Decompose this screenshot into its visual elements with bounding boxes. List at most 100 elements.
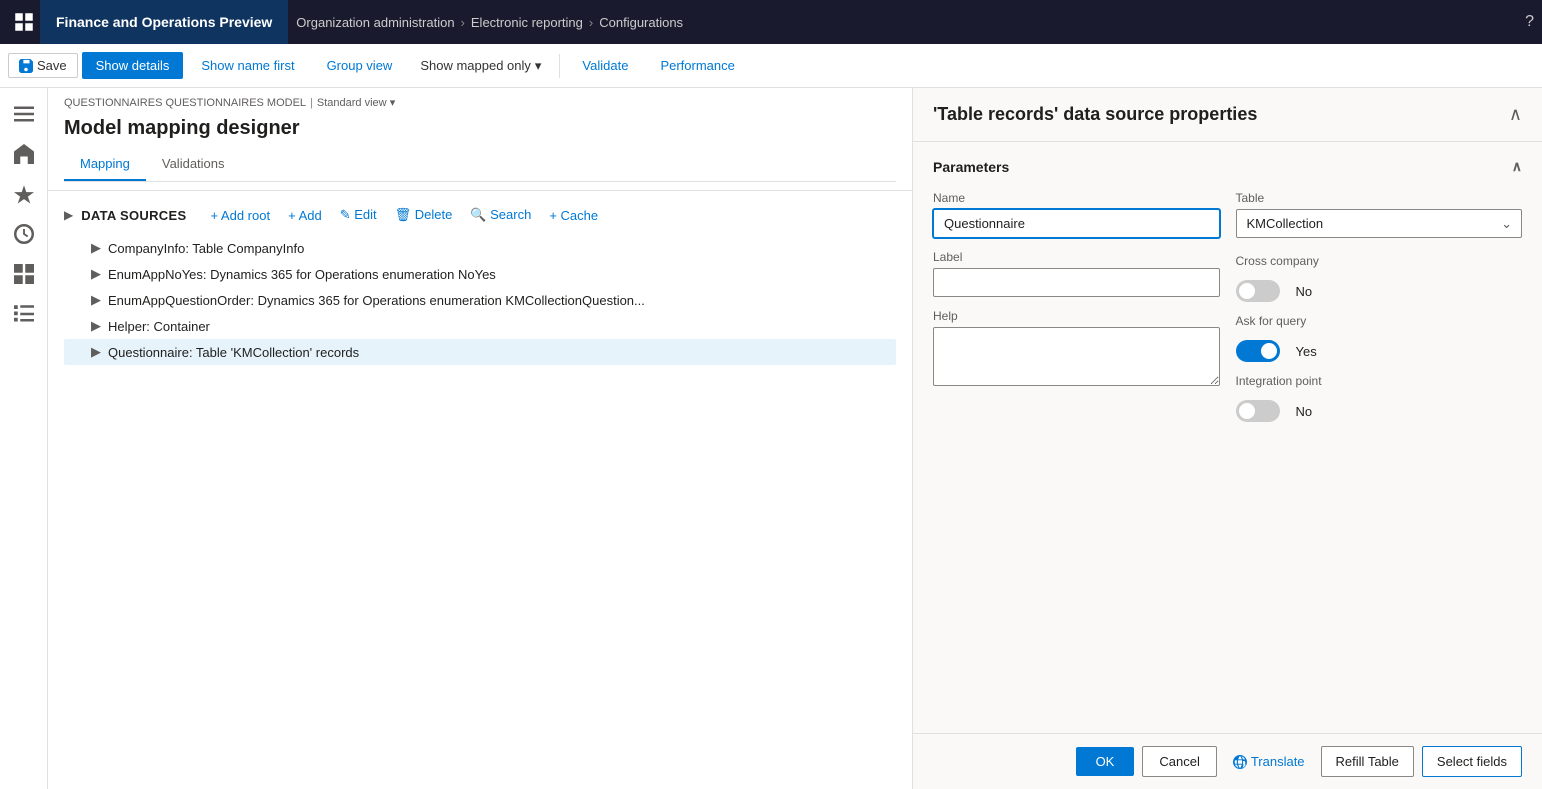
tree-item[interactable]: ▶ Helper: Container [64,313,896,339]
cache-button[interactable]: + Cache [541,204,606,227]
sidebar-workspace-icon[interactable] [6,256,42,292]
parameters-section-header: Parameters ∧ [933,158,1522,175]
app-title: Finance and Operations Preview [40,0,288,44]
expand-icon[interactable]: ▶ [64,208,73,222]
cross-company-label: Cross company [1236,254,1366,268]
table-select-wrapper: KMCollection [1236,209,1523,238]
label-label: Label [933,250,1220,264]
integration-point-toggle-row: No [1236,400,1523,422]
cross-company-value: No [1296,284,1313,299]
tree-item-questionnaire[interactable]: ▶ Questionnaire: Table 'KMCollection' re… [64,339,896,365]
name-input[interactable] [933,209,1220,238]
add-button[interactable]: + Add [280,204,330,227]
sidebar-favorites-icon[interactable] [6,176,42,212]
help-field-group: Help [933,309,1220,389]
ds-actions: + Add root + Add ✎ Edit 🗑 Delete 🔍 Searc… [202,203,606,227]
add-root-button[interactable]: + Add root [202,204,278,227]
select-fields-button[interactable]: Select fields [1422,746,1522,777]
params-grid: Name Label Help Table [933,191,1522,422]
ask-for-query-value: Yes [1296,344,1317,359]
sub-breadcrumb-questionnaires[interactable]: QUESTIONNAIRES QUESTIONNAIRES MODEL [64,97,306,109]
sidebar-menu-icon[interactable] [6,96,42,132]
refill-table-button[interactable]: Refill Table [1321,746,1414,777]
ok-button[interactable]: OK [1076,747,1135,776]
ask-for-query-label: Ask for query [1236,314,1366,328]
save-button[interactable]: Save [8,53,78,78]
sub-breadcrumb: QUESTIONNAIRES QUESTIONNAIRES MODEL | St… [64,96,896,109]
integration-point-value: No [1296,404,1313,419]
label-input[interactable] [933,268,1220,297]
tree-item-label: Questionnaire: Table 'KMCollection' reco… [108,345,359,360]
sub-breadcrumb-standard-view[interactable]: Standard view ▾ [317,96,395,109]
tree-expand-icon: ▶ [88,344,104,360]
toolbar: Save Show details Show name first Group … [0,44,1542,88]
data-sources-header: ▶ DATA SOURCES + Add root + Add ✎ Edit 🗑… [64,203,896,227]
data-sources-panel: ▶ DATA SOURCES + Add root + Add ✎ Edit 🗑… [48,191,912,377]
help-icon[interactable]: ? [1525,13,1534,31]
close-icon[interactable]: ∧ [1509,104,1522,125]
validate-button[interactable]: Validate [568,52,642,79]
label-field-group: Label [933,250,1220,297]
cross-company-toggle-row: No [1236,280,1523,302]
name-label: Name [933,191,1220,205]
cancel-button[interactable]: Cancel [1142,746,1216,777]
tree-item[interactable]: ▶ CompanyInfo: Table CompanyInfo [64,235,896,261]
edit-button[interactable]: ✎ Edit [332,203,385,227]
group-view-button[interactable]: Group view [313,52,407,79]
right-panel: 'Table records' data source properties ∧… [912,88,1542,789]
content-area: QUESTIONNAIRES QUESTIONNAIRES MODEL | St… [48,88,912,789]
integration-point-toggle[interactable] [1236,400,1280,422]
left-params: Name Label Help [933,191,1220,422]
delete-button[interactable]: 🗑 Delete [387,203,461,227]
search-button[interactable]: 🔍 Search [462,203,539,227]
show-details-button[interactable]: Show details [82,52,184,79]
breadcrumb-org-admin[interactable]: Organization administration [296,15,454,30]
tab-mapping[interactable]: Mapping [64,148,146,181]
tabs-bar: Mapping Validations [64,148,896,182]
integration-point-label: Integration point [1236,374,1366,388]
tree-item[interactable]: ▶ EnumAppQuestionOrder: Dynamics 365 for… [64,287,896,313]
tab-validations[interactable]: Validations [146,148,241,181]
left-sidebar [0,88,48,789]
sidebar-recent-icon[interactable] [6,216,42,252]
data-sources-title: DATA SOURCES [81,208,186,223]
tree-item-label: EnumAppQuestionOrder: Dynamics 365 for O… [108,293,645,308]
tree-expand-icon: ▶ [88,266,104,282]
show-mapped-only-button[interactable]: Show mapped only ▾ [410,52,551,80]
sidebar-list-icon[interactable] [6,296,42,332]
breadcrumb-configurations[interactable]: Configurations [599,15,683,30]
name-field-group: Name [933,191,1220,238]
sidebar-home-icon[interactable] [6,136,42,172]
toggles-section: Cross company No Ask fo [1236,254,1523,422]
right-params: Table KMCollection Cross company [1236,191,1523,422]
show-name-first-button[interactable]: Show name first [187,52,308,79]
table-select[interactable]: KMCollection [1236,209,1523,238]
cross-company-row: Cross company [1236,254,1523,268]
main-layout: QUESTIONNAIRES QUESTIONNAIRES MODEL | St… [0,88,1542,789]
ask-for-query-row: Ask for query [1236,314,1523,328]
right-panel-title: 'Table records' data source properties [933,104,1257,125]
breadcrumb: Organization administration › Electronic… [288,15,691,30]
tree-item[interactable]: ▶ EnumAppNoYes: Dynamics 365 for Operati… [64,261,896,287]
table-field-group: Table KMCollection [1236,191,1523,238]
right-panel-header: 'Table records' data source properties ∧ [913,88,1542,142]
breadcrumb-electronic-reporting[interactable]: Electronic reporting [471,15,583,30]
toolbar-separator [559,54,560,78]
content-header: QUESTIONNAIRES QUESTIONNAIRES MODEL | St… [48,88,912,191]
apps-grid-icon[interactable] [8,6,40,38]
tree-expand-icon: ▶ [88,318,104,334]
performance-button[interactable]: Performance [646,52,748,79]
tree-expand-icon: ▶ [88,292,104,308]
tree-item-label: CompanyInfo: Table CompanyInfo [108,241,304,256]
table-label: Table [1236,191,1523,205]
translate-icon [1233,755,1247,769]
right-panel-body: Parameters ∧ Name Label Help [913,142,1542,733]
translate-button[interactable]: Translate [1225,747,1313,776]
tree-item-label: Helper: Container [108,319,210,334]
cross-company-toggle[interactable] [1236,280,1280,302]
tree-item-label: EnumAppNoYes: Dynamics 365 for Operation… [108,267,496,282]
help-textarea[interactable] [933,327,1220,386]
section-collapse-icon[interactable]: ∧ [1512,158,1522,175]
help-label: Help [933,309,1220,323]
ask-for-query-toggle[interactable] [1236,340,1280,362]
